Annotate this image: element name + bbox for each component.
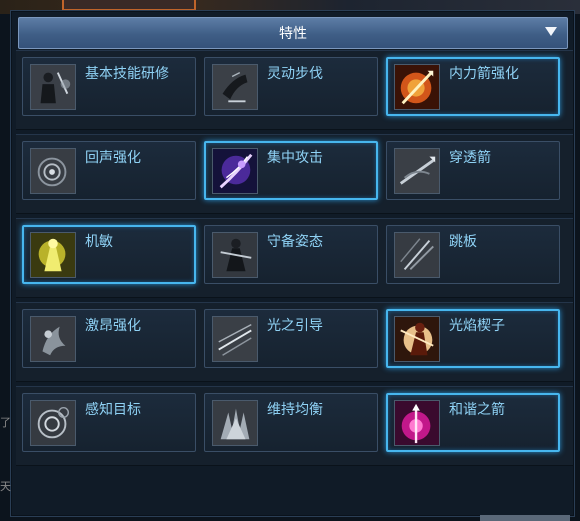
trait-card[interactable]: 跳板 <box>386 225 560 284</box>
trait-card[interactable]: 内力箭强化 <box>386 57 560 116</box>
bottom-scroll-bar[interactable] <box>480 515 570 521</box>
inner-arrow-icon <box>394 64 440 110</box>
trait-card[interactable]: 维持均衡 <box>204 393 378 452</box>
light-guide-icon <box>212 316 258 362</box>
balance-icon <box>212 400 258 446</box>
traits-header-dropdown[interactable]: 特性 <box>18 17 568 49</box>
chevron-down-icon[interactable] <box>545 27 557 36</box>
guard-stance-icon <box>212 232 258 278</box>
edge-text-2: 天 <box>0 480 11 493</box>
trait-label: 光之引导 <box>267 318 323 334</box>
trait-label: 机敏 <box>85 234 113 250</box>
trait-card[interactable]: 回声强化 <box>22 141 196 200</box>
trait-card[interactable]: 机敏 <box>22 225 196 284</box>
excite-icon <box>30 316 76 362</box>
panel-title: 特性 <box>279 26 307 42</box>
trait-card[interactable]: 守备姿态 <box>204 225 378 284</box>
pierce-arrow-icon <box>394 148 440 194</box>
trait-card[interactable]: 穿透箭 <box>386 141 560 200</box>
trait-label: 光焰楔子 <box>449 318 505 334</box>
trait-label: 感知目标 <box>85 402 141 418</box>
trait-label: 穿透箭 <box>449 150 491 166</box>
echo-icon <box>30 148 76 194</box>
trait-card[interactable]: 感知目标 <box>22 393 196 452</box>
edge-text-1: 了 <box>0 416 11 429</box>
focus-attack-icon <box>212 148 258 194</box>
trait-label: 守备姿态 <box>267 234 323 250</box>
trait-label: 和谐之箭 <box>449 402 505 418</box>
trait-label: 基本技能研修 <box>85 66 169 82</box>
trait-label: 灵动步伐 <box>267 66 323 82</box>
harmony-arrow-icon <box>394 400 440 446</box>
trait-card[interactable]: 集中攻击 <box>204 141 378 200</box>
trait-label: 集中攻击 <box>267 150 323 166</box>
basic-skill-icon <box>30 64 76 110</box>
trait-label: 维持均衡 <box>267 402 323 418</box>
trait-label: 跳板 <box>449 234 477 250</box>
trait-label: 回声强化 <box>85 150 141 166</box>
trait-card[interactable]: 基本技能研修 <box>22 57 196 116</box>
trait-card[interactable]: 光焰楔子 <box>386 309 560 368</box>
trait-card[interactable]: 灵动步伐 <box>204 57 378 116</box>
flame-wedge-icon <box>394 316 440 362</box>
trait-card[interactable]: 激昂强化 <box>22 309 196 368</box>
trait-card[interactable]: 和谐之箭 <box>386 393 560 452</box>
trait-card[interactable]: 光之引导 <box>204 309 378 368</box>
springboard-icon <box>394 232 440 278</box>
agile-step-icon <box>212 64 258 110</box>
trait-label: 内力箭强化 <box>449 66 519 82</box>
sense-target-icon <box>30 400 76 446</box>
trait-label: 激昂强化 <box>85 318 141 334</box>
alert-icon <box>30 232 76 278</box>
